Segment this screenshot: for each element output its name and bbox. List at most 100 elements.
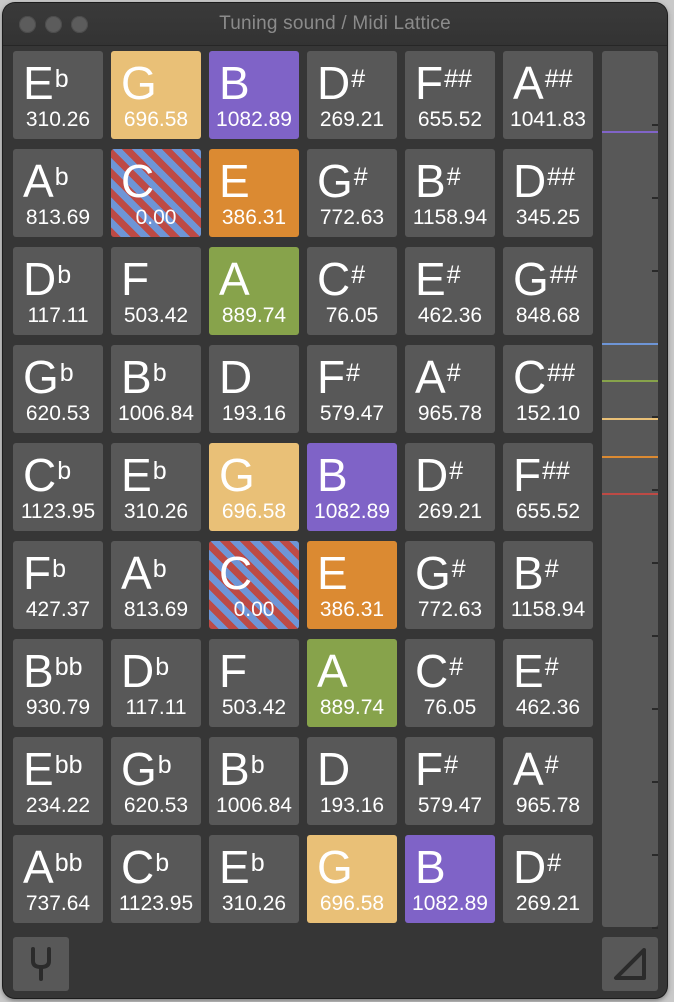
note-cents: 696.58	[123, 108, 189, 131]
note-accidental: b	[54, 163, 69, 191]
note-cell[interactable]: Eb 310.26	[111, 443, 201, 531]
note-cell[interactable]: Eb 310.26	[13, 51, 103, 139]
meter-tick	[652, 927, 658, 929]
note-cell[interactable]: A 889.74	[209, 247, 299, 335]
note-name: A#	[513, 741, 559, 797]
note-cell[interactable]: B# 1158.94	[405, 149, 495, 237]
note-cell[interactable]: E 386.31	[307, 541, 397, 629]
note-cell[interactable]: C# 76.05	[405, 639, 495, 727]
note-cell[interactable]: Ab 813.69	[13, 149, 103, 237]
note-letter: B	[23, 645, 54, 697]
note-cell[interactable]: B 1082.89	[307, 443, 397, 531]
note-letter: D	[121, 645, 155, 697]
note-cell[interactable]: Fb 427.37	[13, 541, 103, 629]
note-cents: 386.31	[319, 598, 385, 621]
meter-tick	[652, 635, 658, 637]
note-name: B	[219, 55, 250, 111]
note-cell[interactable]: Cb 1123.95	[111, 835, 201, 923]
note-cents: 813.69	[25, 206, 91, 229]
note-letter: G	[317, 155, 353, 207]
note-cell[interactable]: G 696.58	[209, 443, 299, 531]
note-cell[interactable]: C 0.00	[111, 149, 201, 237]
note-name: Ab	[121, 545, 167, 601]
note-cell[interactable]: Ab 813.69	[111, 541, 201, 629]
note-name: E#	[513, 643, 559, 699]
note-name: Bbb	[23, 643, 83, 699]
note-cell[interactable]: Gb 620.53	[13, 345, 103, 433]
note-cell[interactable]: A## 1041.83	[503, 51, 593, 139]
note-cell[interactable]: G# 772.63	[405, 541, 495, 629]
note-letter: E	[23, 57, 54, 109]
note-cents: 1158.94	[412, 206, 488, 229]
note-cell[interactable]: C## 152.10	[503, 345, 593, 433]
note-letter: D	[513, 841, 547, 893]
resize-corner-button[interactable]	[602, 937, 658, 991]
note-name: G#	[415, 545, 466, 601]
note-cell[interactable]: B 1082.89	[405, 835, 495, 923]
note-letter: C	[317, 253, 351, 305]
note-cell[interactable]: Cb 1123.95	[13, 443, 103, 531]
note-cell[interactable]: D 193.16	[209, 345, 299, 433]
note-name: Gb	[23, 349, 74, 405]
note-cell[interactable]: Gb 620.53	[111, 737, 201, 825]
meter-level-line	[602, 380, 658, 382]
title-bar[interactable]: Tuning sound / Midi Lattice	[3, 3, 667, 46]
note-letter: A	[317, 645, 348, 697]
note-cell[interactable]: E 386.31	[209, 149, 299, 237]
note-cents: 427.37	[25, 598, 91, 621]
note-name: G	[317, 839, 353, 895]
note-cents: 655.52	[515, 500, 581, 523]
note-cell[interactable]: C 0.00	[209, 541, 299, 629]
note-cell[interactable]: F 503.42	[111, 247, 201, 335]
note-cell[interactable]: G# 772.63	[307, 149, 397, 237]
note-cell[interactable]: A# 965.78	[405, 345, 495, 433]
note-cents: 462.36	[417, 304, 483, 327]
note-cell[interactable]: D## 345.25	[503, 149, 593, 237]
note-cell[interactable]: Ebb 234.22	[13, 737, 103, 825]
note-cell[interactable]: F# 579.47	[405, 737, 495, 825]
note-letter: A	[23, 841, 54, 893]
meter-level-line	[602, 418, 658, 420]
note-letter: C	[121, 841, 155, 893]
note-name: C	[219, 545, 252, 601]
note-letter: E	[219, 841, 250, 893]
tuning-fork-button[interactable]	[13, 937, 69, 991]
note-cell[interactable]: Db 117.11	[111, 639, 201, 727]
note-cell[interactable]: F## 655.52	[405, 51, 495, 139]
note-letter: F	[121, 253, 150, 305]
note-cell[interactable]: C# 76.05	[307, 247, 397, 335]
note-cell[interactable]: F## 655.52	[503, 443, 593, 531]
note-cell[interactable]: G 696.58	[307, 835, 397, 923]
note-cell[interactable]: Abb 737.64	[13, 835, 103, 923]
note-cell[interactable]: D# 269.21	[307, 51, 397, 139]
note-cell[interactable]: A# 965.78	[503, 737, 593, 825]
note-cell[interactable]: Eb 310.26	[209, 835, 299, 923]
note-cell[interactable]: E# 462.36	[405, 247, 495, 335]
note-cell[interactable]: Db 117.11	[13, 247, 103, 335]
note-cell[interactable]: Bbb 930.79	[13, 639, 103, 727]
note-accidental: ##	[547, 163, 576, 191]
note-cell[interactable]: D# 269.21	[405, 443, 495, 531]
note-cell[interactable]: A 889.74	[307, 639, 397, 727]
note-cents: 1006.84	[216, 794, 292, 817]
note-cents: 813.69	[123, 598, 189, 621]
note-cell[interactable]: G## 848.68	[503, 247, 593, 335]
note-cents: 1123.95	[20, 500, 96, 523]
note-cell[interactable]: B# 1158.94	[503, 541, 593, 629]
note-name: Cb	[23, 447, 71, 503]
note-name: Eb	[219, 839, 265, 895]
note-cell[interactable]: D# 269.21	[503, 835, 593, 923]
note-cell[interactable]: F# 579.47	[307, 345, 397, 433]
note-name: Db	[121, 643, 169, 699]
note-cell[interactable]: G 696.58	[111, 51, 201, 139]
note-cell[interactable]: Bb 1006.84	[209, 737, 299, 825]
note-cell[interactable]: B 1082.89	[209, 51, 299, 139]
note-cell[interactable]: Bb 1006.84	[111, 345, 201, 433]
note-cell[interactable]: F 503.42	[209, 639, 299, 727]
note-cell[interactable]: D 193.16	[307, 737, 397, 825]
note-cents: 0.00	[135, 206, 177, 229]
note-cents: 696.58	[221, 500, 287, 523]
note-name: G#	[317, 153, 368, 209]
note-cents: 386.31	[221, 206, 287, 229]
note-cell[interactable]: E# 462.36	[503, 639, 593, 727]
